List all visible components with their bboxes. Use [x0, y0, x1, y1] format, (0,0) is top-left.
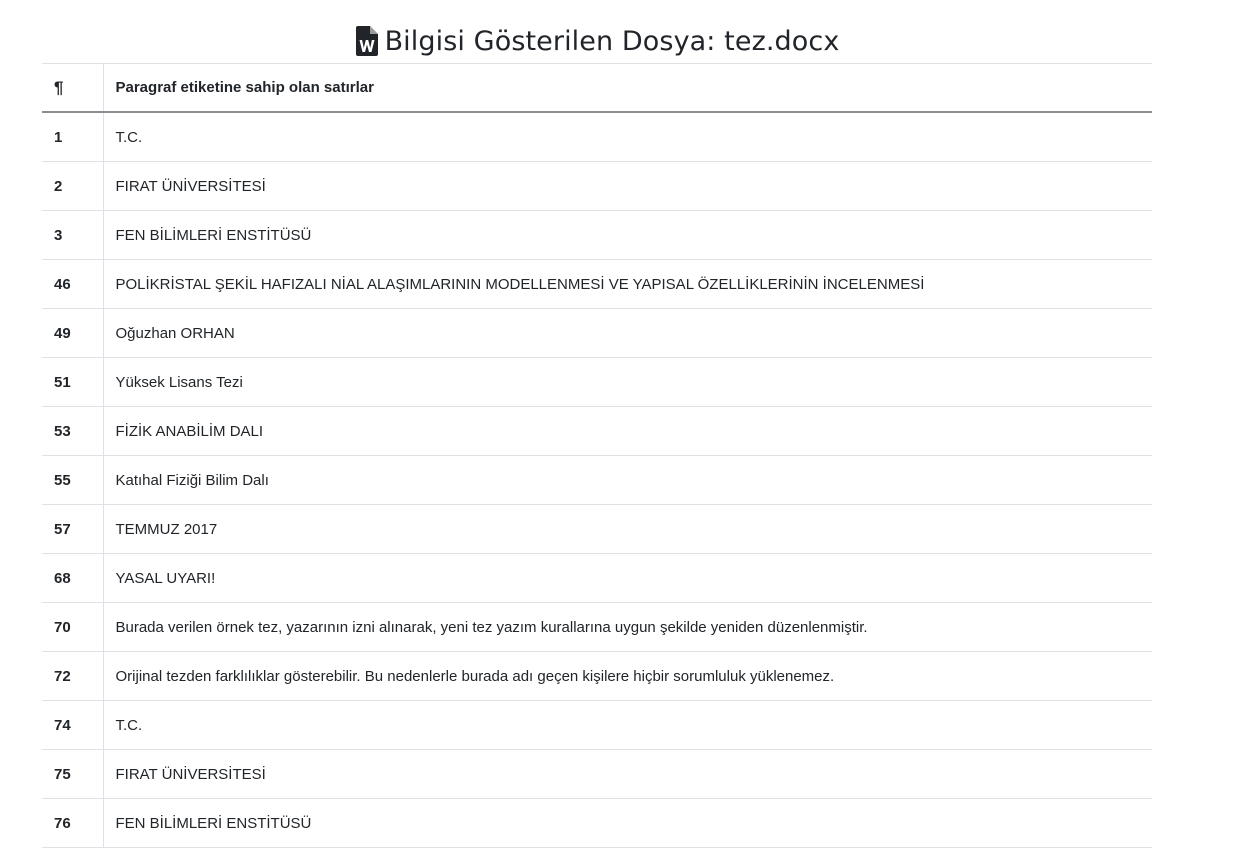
word-file-icon	[355, 26, 379, 56]
column-header-pilcrow: ¶	[42, 63, 104, 113]
pilcrow-icon: ¶	[54, 77, 64, 97]
line-number-cell: 2	[42, 161, 104, 211]
table-row: 46 POLİKRİSTAL ŞEKİL HAFIZALI NİAL ALAŞIM…	[42, 259, 1152, 309]
table-row: 68 YASAL UYARI!	[42, 553, 1152, 603]
line-text-cell: T.C.	[103, 700, 1152, 750]
table-body: 1 T.C. 2 FIRAT ÜNİVERSİTESİ 3 FEN BİLİMLERİ E…	[42, 111, 1152, 848]
line-text-cell: POLİKRİSTAL ŞEKİL HAFIZALI NİAL ALAŞIMLA…	[103, 259, 1152, 309]
line-number-cell: 55	[42, 455, 104, 505]
table-header-row: ¶ Paragraf etiketine sahip olan satırlar	[42, 63, 1152, 113]
line-number-cell: 46	[42, 259, 104, 309]
line-text-cell: YASAL UYARI!	[103, 553, 1152, 603]
line-number-cell: 3	[42, 210, 104, 260]
table-row: 74 T.C.	[42, 700, 1152, 750]
line-text-cell: TEMMUZ 2017	[103, 504, 1152, 554]
column-header-lines: Paragraf etiketine sahip olan satırlar	[103, 63, 1152, 113]
line-number-cell: 57	[42, 504, 104, 554]
paragraph-lines-table: ¶ Paragraf etiketine sahip olan satırlar…	[42, 63, 1152, 848]
line-number-cell: 49	[42, 308, 104, 358]
page-title: Bilgisi Gösterilen Dosya: tez.docx	[42, 20, 1152, 62]
line-number-cell: 1	[42, 111, 104, 162]
line-text-cell: FIRAT ÜNİVERSİTESİ	[103, 161, 1152, 211]
line-text-cell: T.C.	[103, 111, 1152, 162]
line-text-cell: Orijinal tezden farklılıklar gösterebili…	[103, 651, 1152, 701]
table-row: 75 FIRAT ÜNİVERSİTESİ	[42, 749, 1152, 799]
line-number-cell: 74	[42, 700, 104, 750]
line-number-cell: 76	[42, 798, 104, 848]
line-number-cell: 53	[42, 406, 104, 456]
page: Bilgisi Gösterilen Dosya: tez.docx ¶ Par…	[0, 0, 1242, 851]
table-row: 49 Oğuzhan ORHAN	[42, 308, 1152, 358]
line-text-cell: FEN BİLİMLERİ ENSTİTÜSÜ	[103, 798, 1152, 848]
page-title-text: Bilgisi Gösterilen Dosya: tez.docx	[384, 25, 840, 57]
table-row: 70 Burada verilen örnek tez, yazarının iz…	[42, 602, 1152, 652]
line-text-cell: FEN BİLİMLERİ ENSTİTÜSÜ	[103, 210, 1152, 260]
table-row: 72 Orijinal tezden farklılıklar gösterebi…	[42, 651, 1152, 701]
line-number-cell: 75	[42, 749, 104, 799]
line-text-cell: FİZİK ANABİLİM DALI	[103, 406, 1152, 456]
table-row: 3 FEN BİLİMLERİ ENSTİTÜSÜ	[42, 210, 1152, 260]
line-number-cell: 68	[42, 553, 104, 603]
line-text-cell: Oğuzhan ORHAN	[103, 308, 1152, 358]
line-text-cell: Yüksek Lisans Tezi	[103, 357, 1152, 407]
line-text-cell: Burada verilen örnek tez, yazarının izni…	[103, 602, 1152, 652]
line-number-cell: 51	[42, 357, 104, 407]
table-row: 1 T.C.	[42, 111, 1152, 162]
line-text-cell: Katıhal Fiziği Bilim Dalı	[103, 455, 1152, 505]
table-row: 76 FEN BİLİMLERİ ENSTİTÜSÜ	[42, 798, 1152, 848]
table-row: 51 Yüksek Lisans Tezi	[42, 357, 1152, 407]
table-row: 53 FİZİK ANABİLİM DALI	[42, 406, 1152, 456]
line-text-cell: FIRAT ÜNİVERSİTESİ	[103, 749, 1152, 799]
table-row: 2 FIRAT ÜNİVERSİTESİ	[42, 161, 1152, 211]
line-number-cell: 72	[42, 651, 104, 701]
table-row: 55 Katıhal Fiziği Bilim Dalı	[42, 455, 1152, 505]
table-row: 57 TEMMUZ 2017	[42, 504, 1152, 554]
line-number-cell: 70	[42, 602, 104, 652]
table-header: ¶ Paragraf etiketine sahip olan satırlar	[42, 63, 1152, 113]
